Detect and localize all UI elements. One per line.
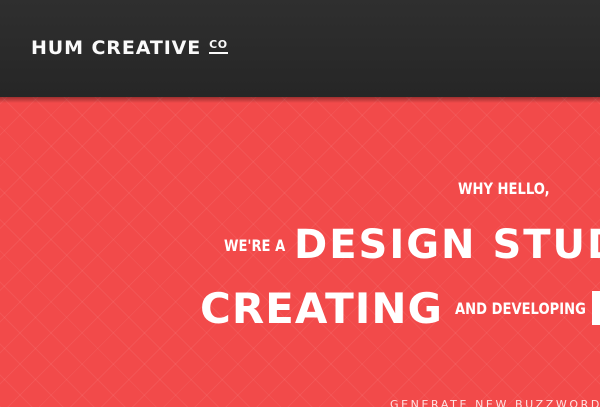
hero-intro: WE'RE A	[224, 236, 286, 255]
header-shadow	[0, 97, 600, 103]
hero-banner: WHY HELLO, WE'RE A DESIGN STUD CREATING …	[0, 97, 600, 407]
site-logo[interactable]: HUM CREATIVE CO	[31, 35, 228, 61]
logo-suffix: CO	[209, 39, 228, 54]
hero-cut-glyph	[592, 291, 600, 325]
logo-text: HUM CREATIVE	[31, 37, 202, 59]
hero-verb: CREATING	[200, 284, 443, 333]
hero-headline: DESIGN STUD	[294, 222, 600, 268]
hero-connector: AND DEVELOPING	[455, 299, 586, 318]
site-header: HUM CREATIVE CO	[0, 0, 600, 103]
generate-buzzwords-link[interactable]: GENERATE NEW BUZZWORDS	[390, 398, 600, 407]
hero-greeting: WHY HELLO,	[458, 179, 550, 198]
page: HUM CREATIVE CO WHY HELLO, WE'RE A DESIG…	[0, 0, 600, 407]
